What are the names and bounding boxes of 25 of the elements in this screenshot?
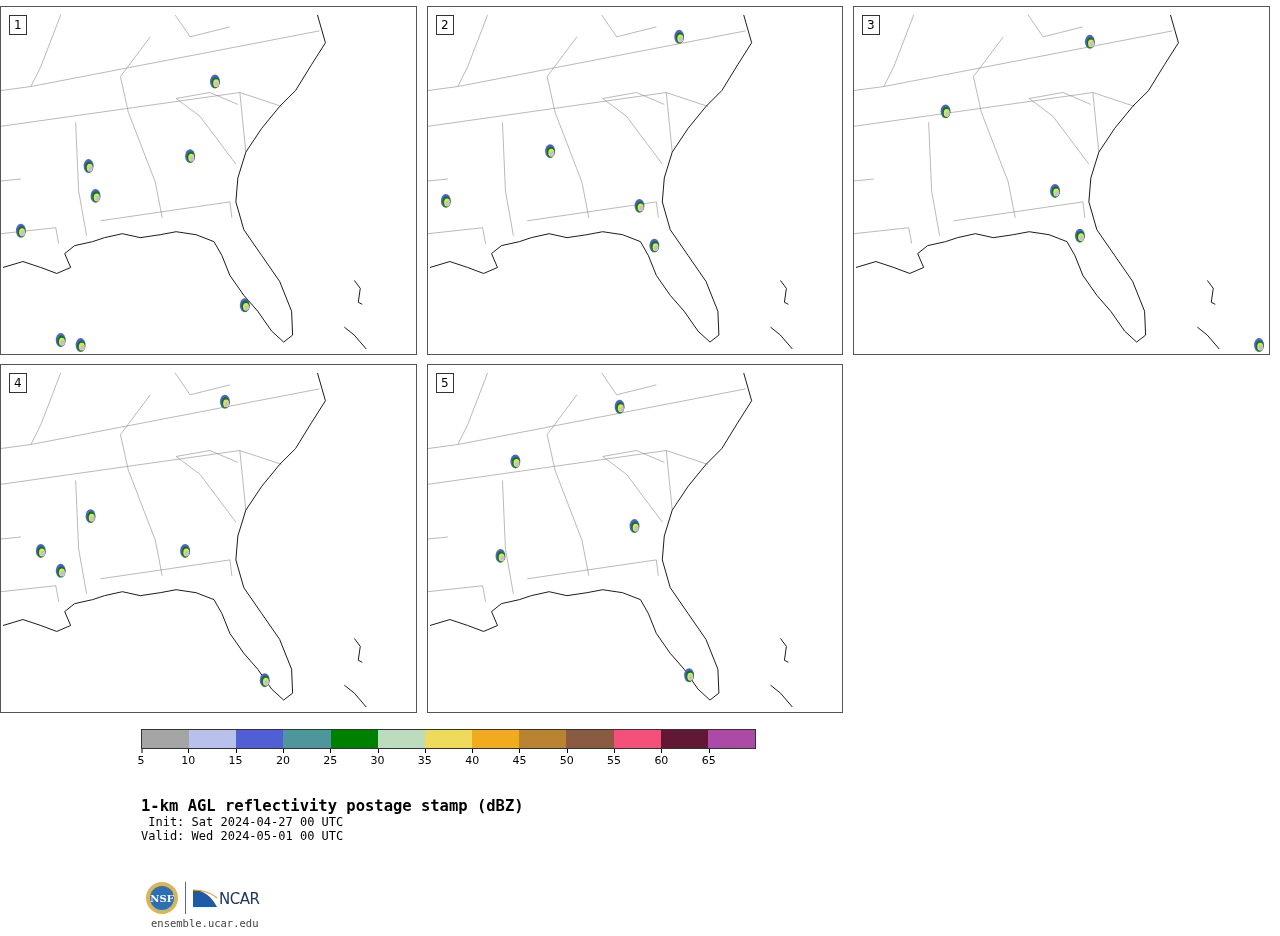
panel-number: 1 [9,15,27,35]
init-time: Init: Sat 2024-04-27 00 UTC [147,815,345,829]
scale-tick-label: 5 [137,749,145,767]
website-url: ensemble.ucar.edu [151,917,260,929]
panel-number: 3 [862,15,880,35]
scale-tick-label: 50 [559,749,574,767]
scale-tick-label: 40 [465,749,480,767]
scale-tick-label: 20 [275,749,290,767]
ncar-logo: NCAR [192,888,260,908]
scale-tick-label: 45 [512,749,527,767]
nsf-logo: NSF [145,881,179,915]
swoosh-icon [192,888,218,908]
scale-tick-label: 60 [654,749,669,767]
scale-tick-label: 35 [417,749,432,767]
panel-number: 4 [9,373,27,393]
panel-number: 5 [436,373,454,393]
scale-tick-label: 10 [181,749,196,767]
scale-tick-label: 55 [607,749,622,767]
panel-number: 2 [436,15,454,35]
scale-tick-label: 30 [370,749,385,767]
scale-tick-label: 25 [323,749,338,767]
scale-tick-label: 65 [701,749,716,767]
plot-title: 1-km AGL reflectivity postage stamp (dBZ) [141,797,525,815]
valid-time: Valid: Wed 2024-05-01 00 UTC [141,829,345,843]
scale-tick-label: 15 [228,749,243,767]
